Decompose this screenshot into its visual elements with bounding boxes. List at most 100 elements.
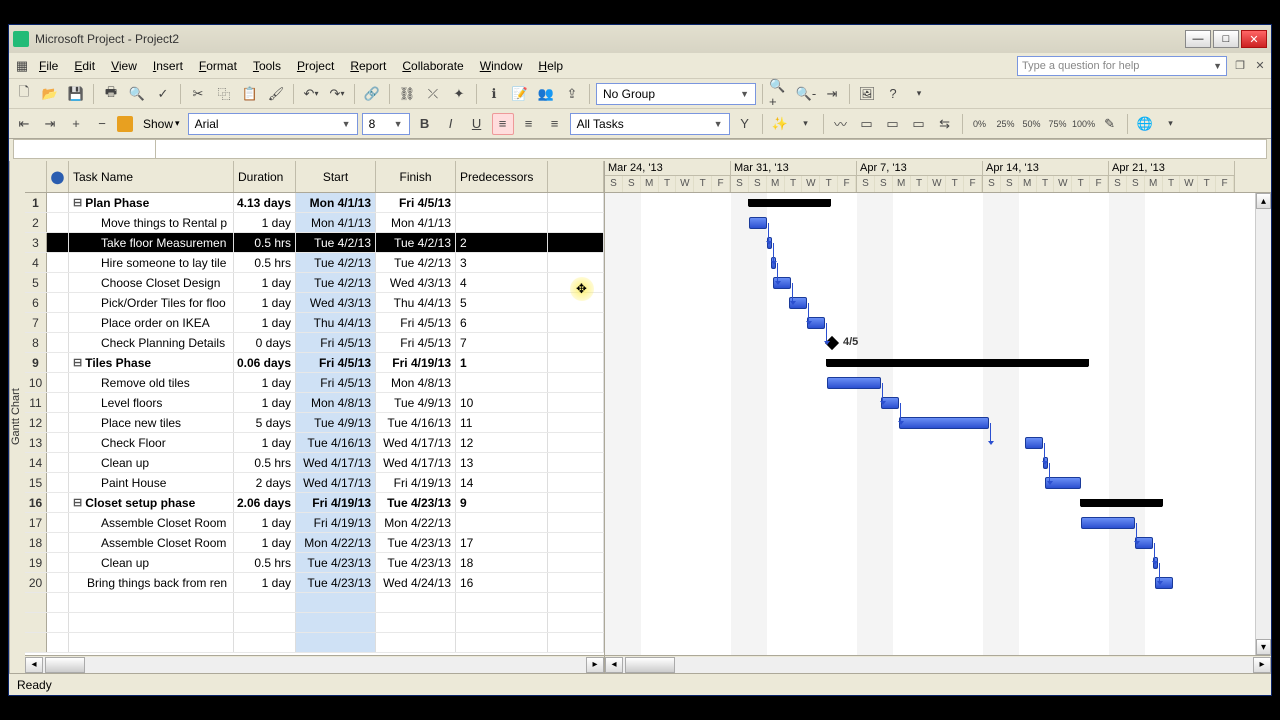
bold-icon[interactable]: B <box>414 113 436 135</box>
pct0-icon[interactable]: 0% <box>969 113 991 135</box>
row-extra[interactable] <box>548 333 604 352</box>
task-row-8[interactable]: 8Check Planning Details0 daysFri 4/5/13F… <box>25 333 604 353</box>
row-id[interactable]: 11 <box>25 393 47 412</box>
wizard-icon[interactable]: ✨ <box>769 113 791 135</box>
row-duration[interactable]: 2.06 days <box>234 493 296 512</box>
gantt-row[interactable] <box>605 353 1271 373</box>
col-duration-header[interactable]: Duration <box>234 161 296 192</box>
update-icon[interactable]: ✎ <box>1099 113 1121 135</box>
row-pred[interactable]: 3 <box>456 253 548 272</box>
row-pred[interactable] <box>456 193 548 212</box>
scroll-right-icon[interactable]: ▸ <box>586 657 604 673</box>
row-finish[interactable]: Thu 4/4/13 <box>376 293 456 312</box>
row-pred[interactable]: 10 <box>456 393 548 412</box>
row-name[interactable]: Move things to Rental p <box>69 213 234 232</box>
menu-insert[interactable]: Insert <box>145 56 191 76</box>
show-subtasks-icon[interactable]: + <box>65 113 87 135</box>
row-name[interactable]: Choose Closet Design <box>69 273 234 292</box>
task-row-6[interactable]: 6Pick/Order Tiles for floo1 dayWed 4/3/1… <box>25 293 604 313</box>
task-row-1[interactable]: 1⊟Plan Phase4.13 daysMon 4/1/13Fri 4/5/1… <box>25 193 604 213</box>
collapse-icon[interactable]: ⊟ <box>73 196 82 209</box>
row-finish[interactable]: Fri 4/19/13 <box>376 353 456 372</box>
paste-icon[interactable]: 📋 <box>239 83 261 105</box>
row-pred[interactable]: 1 <box>456 353 548 372</box>
row-finish[interactable]: Tue 4/16/13 <box>376 413 456 432</box>
row-info[interactable] <box>47 373 69 392</box>
row-info[interactable] <box>47 333 69 352</box>
row-extra[interactable] <box>548 573 604 592</box>
show-outline-button[interactable]: Show▾ <box>139 115 184 133</box>
outdent-icon[interactable]: ⇤ <box>13 113 35 135</box>
row-pred[interactable]: 7 <box>456 333 548 352</box>
print-icon[interactable]: 🖶 <box>100 83 122 105</box>
toolbar2-options-icon[interactable]: ▾ <box>795 113 817 135</box>
col-predecessors-header[interactable]: Predecessors <box>456 161 548 192</box>
row-pred[interactable]: 9 <box>456 493 548 512</box>
row-id[interactable]: 18 <box>25 533 47 552</box>
cut-icon[interactable]: ✂ <box>187 83 209 105</box>
open-icon[interactable]: 📂 <box>39 83 61 105</box>
align-right-icon[interactable]: ≡ <box>544 113 566 135</box>
task-row-16[interactable]: 16⊟Closet setup phase2.06 daysFri 4/19/1… <box>25 493 604 513</box>
task-row-9[interactable]: 9⊟Tiles Phase0.06 daysFri 4/5/13Fri 4/19… <box>25 353 604 373</box>
row-info[interactable] <box>47 413 69 432</box>
row-id[interactable]: 7 <box>25 313 47 332</box>
gantt-row[interactable] <box>605 253 1271 273</box>
toolbar-options-icon[interactable]: ▾ <box>908 83 930 105</box>
row-id[interactable]: 13 <box>25 433 47 452</box>
row-start[interactable]: Fri 4/5/13 <box>296 353 376 372</box>
row-duration[interactable]: 1 day <box>234 433 296 452</box>
undo-icon[interactable]: ↶▾ <box>300 83 322 105</box>
task-row-13[interactable]: 13Check Floor1 dayTue 4/16/13Wed 4/17/13… <box>25 433 604 453</box>
row-extra[interactable] <box>548 273 604 292</box>
row-id[interactable]: 3 <box>25 233 47 252</box>
gscroll-thumb[interactable] <box>625 657 675 673</box>
gantt-row[interactable] <box>605 633 1271 653</box>
row-extra[interactable] <box>548 433 604 452</box>
track4-icon[interactable]: ▭ <box>908 113 930 135</box>
row-duration[interactable]: 0 days <box>234 333 296 352</box>
gantt-row[interactable] <box>605 473 1271 493</box>
row-info[interactable] <box>47 513 69 532</box>
pct100-icon[interactable]: 100% <box>1073 113 1095 135</box>
copy-icon[interactable]: ⿻ <box>213 83 235 105</box>
task-row-10[interactable]: 10Remove old tiles1 dayFri 4/5/13Mon 4/8… <box>25 373 604 393</box>
row-info[interactable] <box>47 233 69 252</box>
row-name[interactable]: Check Planning Details <box>69 333 234 352</box>
row-finish[interactable]: Wed 4/24/13 <box>376 573 456 592</box>
row-extra[interactable] <box>548 533 604 552</box>
spell-icon[interactable]: ✓ <box>152 83 174 105</box>
gantt-row[interactable] <box>605 533 1271 553</box>
row-duration[interactable]: 4.13 days <box>234 193 296 212</box>
row-extra[interactable] <box>548 473 604 492</box>
row-duration[interactable]: 0.5 hrs <box>234 253 296 272</box>
gantt-row[interactable] <box>605 313 1271 333</box>
unlink-icon[interactable]: ⤫ <box>422 83 444 105</box>
align-left-icon[interactable]: ≡ <box>492 113 514 135</box>
task-row-4[interactable]: 4Hire someone to lay tile0.5 hrsTue 4/2/… <box>25 253 604 273</box>
col-name-header[interactable]: Task Name <box>69 161 234 192</box>
row-name[interactable]: Pick/Order Tiles for floo <box>69 293 234 312</box>
summary-bar[interactable] <box>827 359 1088 367</box>
gantt-vscroll[interactable]: ▴ ▾ <box>1255 193 1271 655</box>
gantt-row[interactable] <box>605 493 1271 513</box>
col-finish-header[interactable]: Finish <box>376 161 456 192</box>
menu-report[interactable]: Report <box>342 56 394 76</box>
row-id[interactable]: 12 <box>25 413 47 432</box>
help-search-input[interactable]: Type a question for help ▼ <box>1017 56 1227 76</box>
row-pred[interactable]: 14 <box>456 473 548 492</box>
row-pred[interactable]: 13 <box>456 453 548 472</box>
row-pred[interactable] <box>456 373 548 392</box>
row-extra[interactable] <box>548 193 604 212</box>
row-info[interactable] <box>47 573 69 592</box>
gantt-hscroll[interactable]: ◂ ▸ <box>605 655 1271 673</box>
menu-edit[interactable]: Edit <box>66 56 103 76</box>
task-row-5[interactable]: 5Choose Closet Design1 dayTue 4/2/13Wed … <box>25 273 604 293</box>
row-name[interactable]: Assemble Closet Room <box>69 513 234 532</box>
row-extra[interactable] <box>548 233 604 252</box>
row-duration[interactable]: 0.5 hrs <box>234 553 296 572</box>
gantt-row[interactable] <box>605 213 1271 233</box>
row-info[interactable] <box>47 213 69 232</box>
row-name[interactable]: Bring things back from ren <box>69 573 234 592</box>
row-info[interactable] <box>47 353 69 372</box>
